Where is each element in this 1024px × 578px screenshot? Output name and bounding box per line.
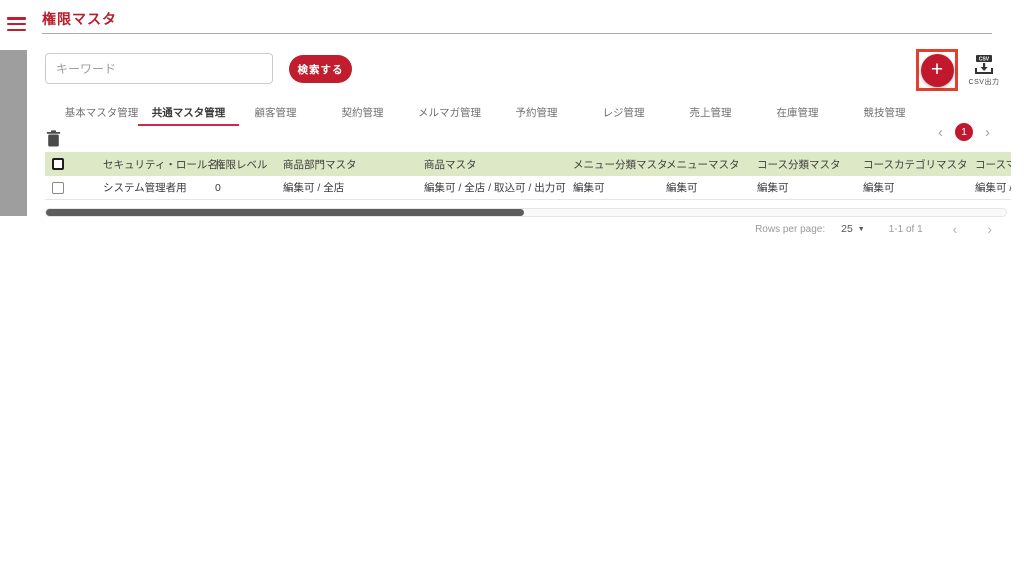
caret-down-icon: ▼ xyxy=(857,225,865,233)
cell-permission-level: 0 xyxy=(215,181,221,194)
tab-inventory[interactable]: 在庫管理 xyxy=(754,100,841,125)
horizontal-scrollbar[interactable] xyxy=(45,208,1007,217)
cell-course-cat-master: 編集可 xyxy=(863,182,895,194)
delete-icon[interactable] xyxy=(46,130,62,148)
tab-mailmag[interactable]: メルマガ管理 xyxy=(406,100,493,125)
row-checkbox-cell xyxy=(45,181,101,194)
select-all-checkbox[interactable] xyxy=(52,158,64,170)
csv-export-button[interactable]: CSV CSV出力 xyxy=(961,53,1007,87)
data-table: セキュリティ・ロール名 権限レベル 商品部門マスタ 商品マスタ メニュー分類マス… xyxy=(45,152,1011,200)
prev-page-icon[interactable]: ‹ xyxy=(953,221,958,237)
column-header: コースカテゴリマスタ xyxy=(863,158,968,171)
cell-course-category: 編集可 xyxy=(757,182,789,194)
title-divider xyxy=(42,33,992,34)
column-header: コース分類マスタ xyxy=(757,158,841,171)
current-page-badge[interactable]: 1 xyxy=(955,123,973,141)
add-button[interactable]: + xyxy=(920,53,954,87)
tab-basic-master[interactable]: 基本マスタ管理 xyxy=(58,100,145,125)
prev-page-icon[interactable]: ‹ xyxy=(934,125,947,140)
header-checkbox-cell xyxy=(45,158,101,170)
column-header: 商品部門マスタ xyxy=(283,158,357,171)
table-pagination-top: ‹ 1 › xyxy=(934,123,994,141)
tab-competition[interactable]: 競技管理 xyxy=(841,100,928,125)
search-button[interactable]: 検索する xyxy=(289,55,352,83)
column-header: メニュー分類マスタ xyxy=(573,158,668,171)
rows-per-page-value: 25 xyxy=(841,223,853,235)
click-highlight-annotation: + xyxy=(916,49,958,91)
tab-bar: 基本マスタ管理 共通マスタ管理 顧客管理 契約管理 メルマガ管理 予約管理 レジ… xyxy=(58,100,928,126)
rows-per-page-select[interactable]: 25 ▼ xyxy=(841,223,865,235)
cell-product-dept: 編集可 / 全店 xyxy=(283,182,345,194)
column-header: 権限レベル xyxy=(215,158,268,171)
tab-sales[interactable]: 売上管理 xyxy=(667,100,754,125)
cell-menu-category: 編集可 xyxy=(573,182,605,194)
column-header: コースマスタ xyxy=(975,158,1011,171)
rows-per-page-label: Rows per page: xyxy=(755,223,826,235)
save-csv-icon: CSV xyxy=(975,55,993,74)
plus-icon: + xyxy=(930,57,944,81)
pagination-footer: Rows per page: 25 ▼ 1-1 of 1 ‹ › xyxy=(755,221,992,237)
cell-menu: 編集可 xyxy=(666,182,698,194)
app-root: 権限マスタ 検索する + CSV CSV出力 基本マスタ管理 共通マスタ管理 顧… xyxy=(0,0,1024,578)
cell-role-name: システム管理者用 xyxy=(103,182,187,194)
tab-contract[interactable]: 契約管理 xyxy=(319,100,406,125)
page-title: 権限マスタ xyxy=(42,11,117,27)
csv-export-label: CSV出力 xyxy=(968,79,1000,86)
search-input[interactable] xyxy=(45,53,273,84)
menu-icon[interactable] xyxy=(7,17,27,32)
column-header: メニューマスタ xyxy=(666,158,740,171)
menu-bar xyxy=(7,28,26,32)
table-header-row: セキュリティ・ロール名 権限レベル 商品部門マスタ 商品マスタ メニュー分類マス… xyxy=(45,152,1011,176)
trash-icon xyxy=(46,130,61,147)
next-page-icon[interactable]: › xyxy=(981,125,994,140)
table-row[interactable]: システム管理者用 0 編集可 / 全店 編集可 / 全店 / 取込可 / 出力可… xyxy=(45,176,1011,200)
cell-product: 編集可 / 全店 / 取込可 / 出力可 xyxy=(424,182,566,194)
menu-bar xyxy=(7,17,26,20)
tab-customer[interactable]: 顧客管理 xyxy=(232,100,319,125)
tab-common-master[interactable]: 共通マスタ管理 xyxy=(138,100,239,126)
tab-reservation[interactable]: 予約管理 xyxy=(493,100,580,125)
column-header: セキュリティ・ロール名 xyxy=(103,158,218,171)
scrollbar-thumb[interactable] xyxy=(46,209,524,216)
sidebar-collapsed-strip xyxy=(0,50,27,216)
cell-course: 編集可 / 全店 xyxy=(975,182,1011,194)
row-checkbox[interactable] xyxy=(52,181,64,194)
tab-register[interactable]: レジ管理 xyxy=(580,100,667,125)
next-page-icon[interactable]: › xyxy=(987,221,992,237)
range-label: 1-1 of 1 xyxy=(888,223,923,235)
svg-text:CSV: CSV xyxy=(979,57,990,63)
column-header: 商品マスタ xyxy=(424,158,477,171)
menu-bar xyxy=(7,22,26,26)
